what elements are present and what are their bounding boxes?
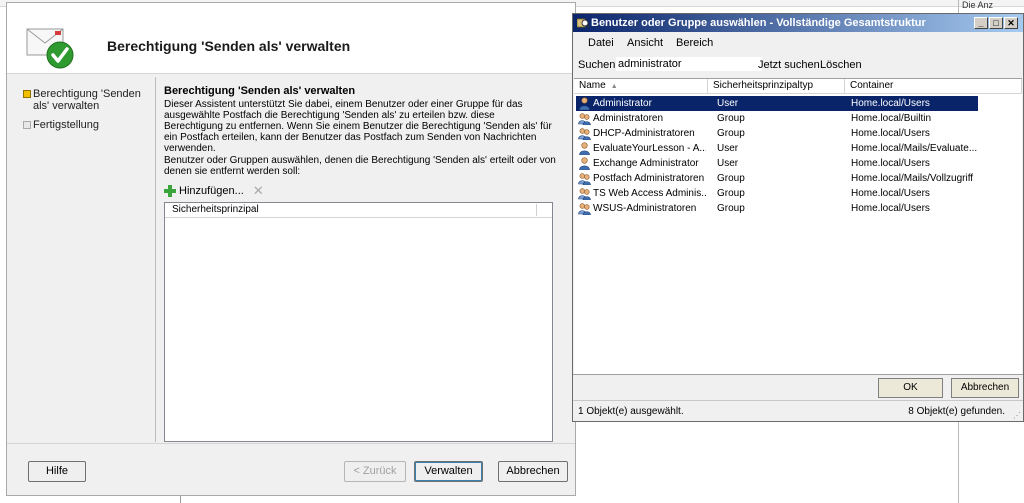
cancel-button[interactable]: Abbrechen [498,461,568,482]
column-container[interactable]: Container [845,79,1022,94]
mail-check-icon [26,28,74,69]
step-pending-indicator [23,121,31,129]
status-bar: 1 Objekt(e) ausgewählt. 8 Objekt(e) gefu… [573,400,1023,422]
clear-button[interactable]: Löschen [820,59,862,71]
cell-container: Home.local/Users [851,158,930,169]
menu-scope[interactable]: Bereich [676,37,713,49]
result-row[interactable]: WSUS-Administratoren Group Home.local/User… [576,201,978,216]
cell-principal-type: Group [717,113,745,124]
results-list[interactable]: Name ▲ Sicherheitsprinzipaltyp Container … [574,78,1022,375]
cell-name: Postfach Administratoren [593,173,705,184]
remove-icon[interactable]: ✕ [253,184,264,197]
user-icon [578,157,591,171]
sort-ascending-icon: ▲ [610,83,618,90]
add-button[interactable]: Hinzufügen... [179,185,244,197]
group-icon [578,202,591,216]
search-input[interactable] [615,56,763,72]
result-row[interactable]: Administrator User Home.local/Users [576,96,978,111]
add-toolbar: Hinzufügen... ✕ [164,183,264,199]
step-current-indicator [23,90,31,98]
select-user-dialog: Benutzer oder Gruppe auswählen - Vollstä… [572,13,1024,422]
group-icon [578,172,591,186]
result-row[interactable]: DHCP-Administratoren Group Home.local/User… [576,126,978,141]
wizard-content: Berechtigung 'Senden als' verwalten Dies… [164,85,564,442]
cell-name: WSUS-Administratoren [593,203,697,214]
cell-container: Home.local/Mails/Vollzugriff [851,173,974,184]
step-label: Berechtigung 'Senden als' verwalten [33,88,141,112]
help-button[interactable]: Hilfe [28,461,86,482]
directory-search-icon [577,18,589,29]
ok-button[interactable]: OK [878,378,943,398]
column-separator [536,204,537,216]
search-now-button[interactable]: Jetzt suchen [758,59,820,71]
cell-principal-type: Group [717,203,745,214]
menu-file[interactable]: Datei [588,37,614,49]
result-row[interactable]: TS Web Access Adminis... Group Home.local/… [576,186,978,201]
step-completion: Fertigstellung [23,119,100,131]
background-text: Die Anz [962,0,994,10]
wizard-title: Berechtigung 'Senden als' verwalten [107,38,351,54]
steps-divider [155,77,156,442]
search-bar: Suchen: Jetzt suchen Löschen [573,54,1023,76]
security-principal-list[interactable]: Sicherheitsprinzipal [164,202,553,442]
group-icon [578,187,591,201]
dialog-cancel-button[interactable]: Abbrechen [951,378,1019,398]
cell-container: Home.local/Users [851,98,930,109]
close-icon[interactable]: ✕ [1004,17,1018,29]
cell-container: Home.local/Builtin [851,113,932,124]
cell-name: Exchange Administrator [593,158,699,169]
dialog-title: Benutzer oder Gruppe auswählen - Vollstä… [591,17,926,29]
cell-name: Administratoren [593,113,664,124]
column-security-principal[interactable]: Sicherheitsprinzipal [172,204,259,215]
cell-principal-type: User [717,143,739,154]
result-row[interactable]: Administratoren Group Home.local/Builtin [576,111,978,126]
search-label: Suchen: [578,59,619,71]
result-row[interactable]: Exchange Administrator User Home.local/Use… [576,156,978,171]
wizard-instruction: Benutzer oder Gruppen auswählen, denen d… [164,155,556,177]
group-icon [578,127,591,141]
wizard-window: Berechtigung 'Senden als' verwalten Bere… [6,2,576,496]
cell-principal-type: User [717,158,739,169]
selection-status: 1 Objekt(e) ausgewählt. [578,406,684,417]
menu-view[interactable]: Ansicht [627,37,663,49]
minimize-icon[interactable]: _ [974,17,988,29]
found-status: 8 Objekt(e) gefunden. [908,406,1005,417]
back-button[interactable]: < Zurück [344,461,406,482]
menu-bar: Datei Ansicht Bereich [573,34,1023,52]
resize-grip-icon[interactable]: ⋰ [1013,411,1021,420]
cell-principal-type: User [717,98,739,109]
dialog-titlebar[interactable]: Benutzer oder Gruppe auswählen - Vollstä… [573,14,1023,32]
cell-principal-type: Group [717,188,745,199]
cell-principal-type: Group [717,173,745,184]
cell-name: DHCP-Administratoren [593,128,695,139]
list-column-header[interactable]: Sicherheitsprinzipal [165,203,552,218]
wizard-description: Dieser Assistent unterstützt Sie dabei, … [164,99,552,154]
cell-name: Administrator [593,98,652,109]
step-label: Fertigstellung [33,119,100,131]
user-icon [578,97,591,111]
dialog-divider [573,374,1023,375]
cell-container: Home.local/Mails/Evaluate... [851,143,978,154]
user-icon [578,142,591,156]
step-manage-send-as: Berechtigung 'Senden als' verwalten [23,88,143,112]
cell-container: Home.local/Users [851,188,930,199]
column-name[interactable]: Name ▲ [574,79,708,94]
result-row[interactable]: Postfach Administratoren Group Home.local/… [576,171,978,186]
footer-divider [7,443,575,444]
column-principal-type[interactable]: Sicherheitsprinzipaltyp [708,79,845,94]
wizard-header: Berechtigung 'Senden als' verwalten [7,3,575,74]
cell-name: EvaluateYourLesson - A... [593,143,706,154]
result-row[interactable]: EvaluateYourLesson - A... User Home.local/… [576,141,978,156]
cell-name: TS Web Access Adminis... [593,188,706,199]
content-title: Berechtigung 'Senden als' verwalten [164,85,356,97]
cell-container: Home.local/Users [851,128,930,139]
manage-button[interactable]: Verwalten [414,461,483,482]
cell-principal-type: Group [717,128,745,139]
maximize-icon[interactable]: □ [989,17,1003,29]
cell-container: Home.local/Users [851,203,930,214]
add-icon[interactable] [164,185,176,197]
group-icon [578,112,591,126]
